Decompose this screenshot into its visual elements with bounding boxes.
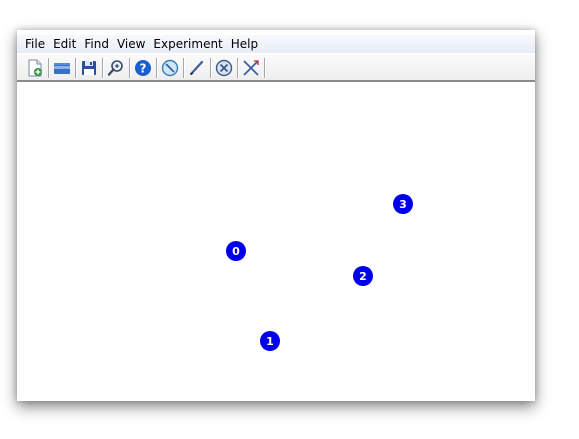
new-document-icon: [28, 59, 42, 76]
pen-edit-icon: [189, 60, 204, 75]
menu-file[interactable]: File: [17, 35, 49, 53]
graph-node-0[interactable]: 0: [226, 241, 246, 261]
open-button[interactable]: [52, 58, 72, 78]
compass-button[interactable]: [160, 58, 180, 78]
menu-experiment[interactable]: Experiment: [149, 35, 226, 53]
toolbar-separator: [183, 57, 184, 78]
toolbar-separator: [48, 57, 49, 78]
menu-view[interactable]: View: [113, 35, 149, 53]
cut-button[interactable]: [241, 58, 261, 78]
help-button[interactable]: ?: [133, 58, 153, 78]
zoom-magnifier-icon: [107, 59, 123, 76]
new-document-button[interactable]: [25, 58, 45, 78]
open-folder-icon: [54, 62, 70, 74]
graph-node-3[interactable]: 3: [393, 194, 413, 214]
toolbar-separator: [75, 57, 76, 78]
menu-help[interactable]: Help: [227, 35, 262, 53]
zoom-button[interactable]: [106, 58, 126, 78]
graph-node-1[interactable]: 1: [260, 331, 280, 351]
toolbar-separator: [210, 57, 211, 78]
graph-canvas[interactable]: 0 1 2 3: [17, 84, 535, 401]
delete-x-circle-icon: [215, 59, 233, 76]
svg-text:?: ?: [140, 61, 147, 75]
delete-button[interactable]: [214, 58, 234, 78]
graph-node-2[interactable]: 2: [353, 266, 373, 286]
help-question-icon: ?: [135, 59, 151, 76]
toolbar-separator: [264, 57, 265, 78]
save-disk-icon: [82, 60, 96, 75]
toolbar: ?: [17, 55, 535, 82]
menu-bar: File Edit Find View Experiment Help: [17, 35, 535, 53]
menu-find[interactable]: Find: [80, 35, 113, 53]
toolbar-separator: [129, 57, 130, 78]
app-window: File Edit Find View Experiment Help ? 0 …: [17, 30, 535, 401]
toolbar-separator: [156, 57, 157, 78]
compass-icon: [161, 59, 179, 76]
toolbar-separator: [102, 57, 103, 78]
cut-tools-icon: [243, 59, 259, 76]
menu-edit[interactable]: Edit: [49, 35, 80, 53]
pen-button[interactable]: [187, 58, 207, 78]
save-button[interactable]: [79, 58, 99, 78]
toolbar-separator: [237, 57, 238, 78]
